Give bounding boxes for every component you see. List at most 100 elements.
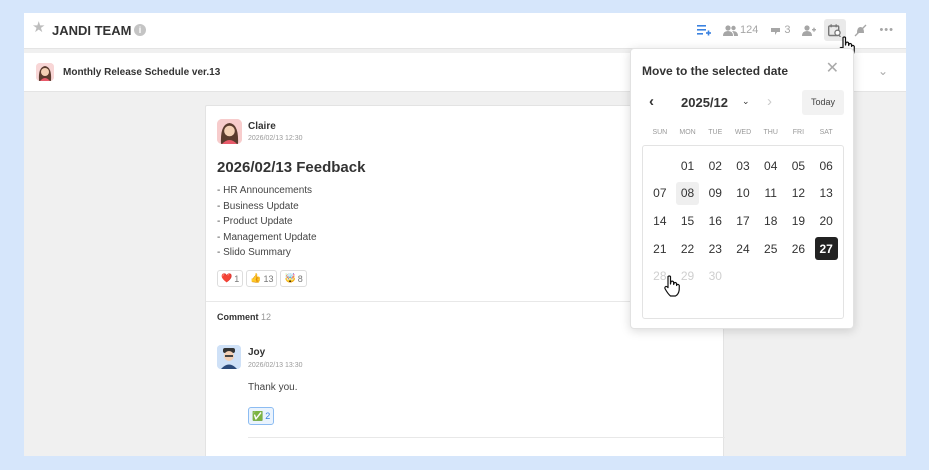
list-add-icon: [696, 25, 711, 36]
day-label: 07: [653, 186, 667, 201]
reaction-check[interactable]: ✅ 2: [248, 407, 275, 425]
date-picker-title: Move to the selected date: [642, 64, 789, 78]
calendar-day[interactable]: 25: [757, 235, 785, 263]
reaction-heart[interactable]: ❤️ 1: [217, 270, 244, 287]
prev-month-button[interactable]: ‹: [649, 94, 654, 109]
post-author[interactable]: Claire: [248, 121, 276, 132]
calendar-day[interactable]: 07: [646, 180, 674, 208]
reaction-count: 13: [263, 273, 274, 284]
reaction-count: 1: [234, 273, 240, 284]
list-add-button[interactable]: [693, 19, 715, 41]
day-empty: [646, 152, 674, 180]
weekday-label: SAT: [819, 129, 833, 136]
month-label[interactable]: 2025/12: [681, 95, 728, 110]
calendar-search-icon: [828, 23, 842, 37]
reaction-mind-blown[interactable]: 🤯 8: [280, 270, 307, 287]
add-member-button[interactable]: [798, 19, 820, 41]
more-icon: •••: [879, 24, 894, 36]
header-toolbar: 124 3 •••: [693, 19, 898, 41]
day-label: 02: [708, 158, 722, 173]
comment-text: Thank you.: [248, 382, 298, 393]
close-icon[interactable]: ✕: [826, 61, 839, 77]
comment-count: 12: [261, 312, 272, 322]
members-icon: [722, 24, 738, 36]
add-member-icon: [802, 24, 817, 36]
today-button[interactable]: Today: [802, 90, 844, 115]
calendar-day[interactable]: 12: [785, 180, 813, 208]
post-line: - Product Update: [217, 216, 293, 227]
weekday-label: THU: [763, 129, 778, 136]
post-body: - HR Announcements - Business Update - P…: [217, 183, 317, 261]
reaction-thumbs-up[interactable]: 👍 13: [246, 270, 278, 287]
team-name: JANDI TEAM: [52, 23, 132, 38]
calendar-day[interactable]: 14: [646, 207, 674, 235]
calendar-day[interactable]: 23: [701, 235, 729, 263]
avatar[interactable]: [217, 119, 242, 144]
pinned-button[interactable]: 3: [766, 19, 794, 41]
day-label: 15: [680, 213, 695, 228]
calendar-day[interactable]: 04: [757, 152, 785, 180]
calendar-day[interactable]: 02: [701, 152, 729, 180]
day-label: 27: [814, 237, 838, 261]
calendar-day[interactable]: 26: [785, 235, 813, 263]
heart-icon: ❤️: [221, 273, 233, 283]
calendar-day[interactable]: 21: [646, 235, 674, 263]
day-label: 25: [764, 241, 778, 256]
calendar-day[interactable]: 24: [729, 235, 757, 263]
calendar-day[interactable]: 20: [812, 207, 840, 235]
calendar-day[interactable]: 10: [729, 180, 757, 208]
calendar-days: 01 02 03 04 05 06 07 08 09 10 11 12 13 14 15 16 17 18 19 20…: [646, 152, 840, 290]
date-picker-popover: Move to the selected date ✕ ‹ 2025/12 ⌄ …: [630, 48, 854, 329]
calendar-day[interactable]: 13: [812, 180, 840, 208]
topic-title: Monthly Release Schedule ver.13: [63, 67, 221, 78]
day-label: 30: [708, 269, 722, 284]
chevron-down-icon[interactable]: ⌄: [878, 64, 888, 78]
post-line: - Slido Summary: [217, 247, 291, 258]
pin-icon: [771, 27, 781, 35]
day-label: 01: [680, 158, 695, 173]
calendar-day[interactable]: 17: [729, 207, 757, 235]
calendar-day[interactable]: 22: [674, 235, 702, 263]
calendar-day[interactable]: 15: [674, 207, 702, 235]
comment-label: Comment: [217, 312, 259, 322]
calendar-day[interactable]: 19: [785, 207, 813, 235]
calendar-day[interactable]: 11: [757, 180, 785, 208]
calendar-day[interactable]: 09: [701, 180, 729, 208]
hand-cursor-icon: [664, 275, 680, 297]
day-label: 14: [653, 213, 667, 228]
calendar-day[interactable]: 05: [785, 152, 813, 180]
day-label: 18: [764, 213, 778, 228]
day-label: 24: [736, 241, 750, 256]
reaction-count: 2: [265, 411, 271, 421]
weekday-header: SUN MON TUE WED THU FRI SAT: [646, 129, 840, 136]
members-button[interactable]: 124: [719, 19, 762, 41]
divider: [248, 437, 725, 438]
calendar-day[interactable]: 01: [674, 152, 702, 180]
info-icon[interactable]: i: [134, 24, 146, 36]
calendar-day[interactable]: 27: [812, 235, 840, 263]
thumbs-up-icon: 👍: [250, 273, 262, 283]
weekday-label: TUE: [708, 129, 723, 136]
day-label: 04: [764, 158, 778, 173]
star-icon[interactable]: ★: [32, 20, 46, 35]
day-label: 26: [791, 241, 806, 256]
more-button[interactable]: •••: [875, 19, 898, 41]
day-label: 16: [708, 213, 722, 228]
calendar-day[interactable]: 16: [701, 207, 729, 235]
post-line: - Management Update: [217, 231, 317, 243]
next-month-button[interactable]: ›: [767, 94, 772, 109]
avatar[interactable]: [217, 345, 241, 369]
calendar-day[interactable]: 03: [729, 152, 757, 180]
post-title: 2026/02/13 Feedback: [217, 159, 366, 176]
team-header: ★ JANDI TEAM i 124 3 •••: [24, 13, 906, 49]
calendar-day: 30: [701, 262, 729, 290]
members-count: 124: [739, 24, 759, 36]
mute-icon: [854, 24, 867, 36]
chevron-down-icon[interactable]: ⌄: [742, 96, 750, 107]
calendar-day[interactable]: 08: [674, 180, 702, 208]
calendar-day[interactable]: 18: [757, 207, 785, 235]
day-label: 21: [653, 241, 667, 256]
calendar-day[interactable]: 06: [812, 152, 840, 180]
comment-author[interactable]: Joy: [248, 347, 265, 358]
comment-time: 2026/02/13 13:30: [248, 362, 303, 369]
